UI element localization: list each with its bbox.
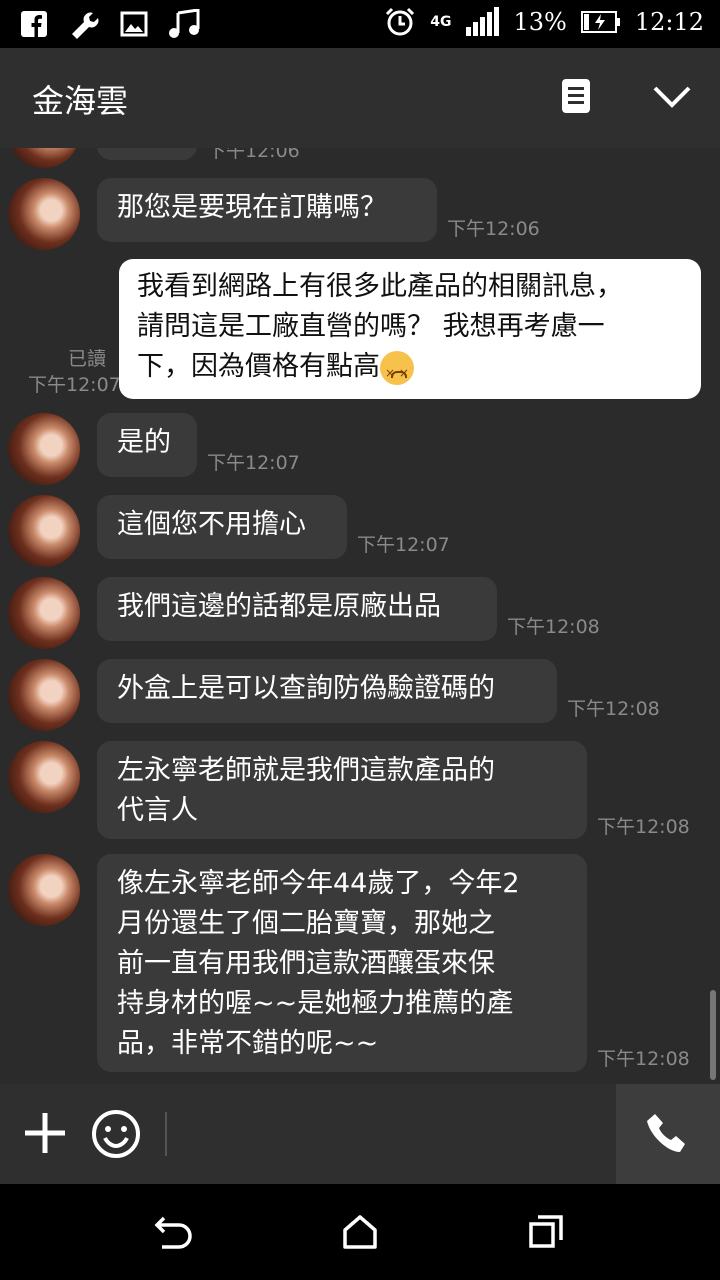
android-navigation-bar	[0, 1184, 720, 1280]
confounded-face-emoji-icon	[380, 350, 414, 393]
call-button[interactable]	[616, 1084, 720, 1184]
chevron-down-icon[interactable]	[652, 84, 692, 110]
message-time: 下午12:06	[207, 148, 300, 162]
notes-icon[interactable]	[560, 78, 592, 114]
scrollbar[interactable]	[710, 990, 716, 1080]
message-text: 持身材的喔~~是她極力推薦的產	[117, 988, 514, 1019]
home-icon[interactable]	[342, 1214, 378, 1250]
avatar[interactable]	[8, 854, 80, 926]
message-bubble: 我們這邊的話都是原廠出品	[97, 577, 497, 641]
battery-percent: 13%	[513, 8, 567, 36]
message-text: 前一直有用我們這款酒釀蛋來保	[117, 948, 495, 979]
message-text: 那您是要現在訂購嗎？	[117, 192, 387, 223]
avatar[interactable]	[8, 148, 80, 168]
avatar[interactable]	[8, 577, 80, 649]
avatar[interactable]	[8, 659, 80, 731]
facebook-icon	[21, 11, 47, 37]
message-input-bar	[0, 1084, 720, 1184]
message-bubble: 左永寧老師就是我們這款產品的 代言人	[97, 741, 587, 839]
chat-messages[interactable]: 下午12:06 那您是要現在訂購嗎？ 下午12:06 已讀 下午12:07 我看…	[0, 148, 720, 1084]
avatar[interactable]	[8, 178, 80, 250]
image-icon	[120, 11, 148, 37]
message-time: 下午12:08	[597, 816, 690, 838]
wrench-icon	[72, 12, 99, 39]
message-text: 外盒上是可以查詢防偽驗證碼的	[117, 673, 495, 704]
message-time: 下午12:07	[357, 534, 450, 556]
message-text: 月份還生了個二胎寶寶，那她之	[117, 908, 495, 939]
message-time: 下午12:07	[28, 374, 121, 396]
chat-header: 金海雲	[0, 48, 720, 148]
message-text: 下，因為價格有點高	[137, 351, 380, 382]
message-bubble: 外盒上是可以查詢防偽驗證碼的	[97, 659, 557, 723]
message-bubble: 是的	[97, 413, 197, 477]
message-time: 下午12:08	[507, 616, 600, 638]
message-text: 我看到網路上有很多此產品的相關訊息，	[137, 271, 623, 302]
back-icon[interactable]	[154, 1214, 194, 1250]
recent-apps-icon[interactable]	[528, 1214, 564, 1250]
message-time: 下午12:06	[447, 218, 540, 240]
clock: 12:12	[634, 8, 704, 36]
message-bubble-sent: 我看到網路上有很多此產品的相關訊息， 請問這是工廠直營的嗎？ 我想再考慮一 下，…	[119, 259, 701, 399]
message-bubble: 這個您不用擔心	[97, 495, 347, 559]
message-time: 下午12:07	[207, 452, 300, 474]
message-time: 下午12:08	[597, 1048, 690, 1070]
message-text: 這個您不用擔心	[117, 509, 306, 540]
message-bubble: 像左永寧老師今年44歲了，今年2 月份還生了個二胎寶寶，那她之 前一直有用我們這…	[97, 854, 587, 1072]
input-cursor-divider[interactable]	[165, 1112, 167, 1156]
avatar[interactable]	[8, 741, 80, 813]
emoji-smile-icon[interactable]	[90, 1108, 142, 1160]
phone-icon	[647, 1114, 685, 1152]
message-text: 左永寧老師就是我們這款產品的	[117, 755, 495, 786]
message-text: 品，非常不錯的呢~~	[117, 1028, 379, 1059]
message-text: 像左永寧老師今年44歲了，今年2	[117, 868, 520, 899]
message-bubble: 那您是要現在訂購嗎？	[97, 178, 437, 242]
plus-icon[interactable]	[22, 1110, 68, 1156]
message-bubble	[97, 148, 197, 160]
message-time: 下午12:08	[567, 698, 660, 720]
read-receipt: 已讀	[68, 348, 107, 370]
status-bar: 4G 13% 12:12	[0, 0, 720, 48]
contact-name: 金海雲	[32, 82, 129, 120]
message-text: 代言人	[117, 795, 198, 826]
avatar[interactable]	[8, 495, 80, 567]
message-text: 請問這是工廠直營的嗎？ 我想再考慮一	[137, 311, 605, 342]
avatar[interactable]	[8, 413, 80, 485]
message-text: 是的	[117, 427, 171, 458]
battery-charging-icon	[580, 11, 620, 33]
music-note-icon	[169, 9, 200, 38]
network-type: 4G	[430, 14, 452, 30]
message-text: 我們這邊的話都是原廠出品	[117, 591, 441, 622]
alarm-clock-icon	[386, 7, 415, 36]
signal-strength-icon	[466, 7, 500, 36]
